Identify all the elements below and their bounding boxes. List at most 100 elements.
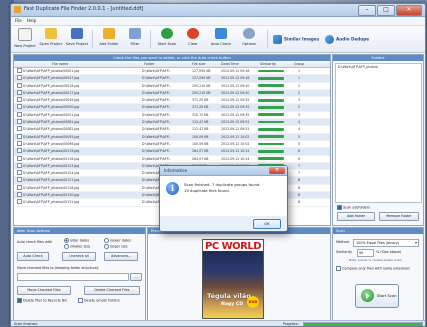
scan-subfolders-option[interactable]: Scan subfolders — [337, 205, 370, 210]
row-checkbox[interactable] — [17, 155, 22, 161]
move-target-input[interactable] — [17, 273, 129, 281]
row-checkbox[interactable] — [17, 170, 22, 176]
table-row[interactable]: D:\Work\AFP\AFP_photos\00082.jpg D:\Work\… — [14, 126, 330, 134]
column-group[interactable]: Group — [294, 61, 304, 67]
column-file-size[interactable]: File size — [192, 61, 205, 67]
clear-button[interactable]: Clear — [180, 28, 206, 50]
start-scan-button[interactable]: Start Scan — [154, 28, 180, 50]
column-date-time[interactable]: Date/Time — [221, 61, 239, 67]
table-row[interactable]: D:\Work\AFP\AFP_photos\00016.jpg D:\Work\… — [14, 82, 330, 90]
uncheck-all-button[interactable]: Uncheck all — [62, 252, 96, 261]
column-folder[interactable]: Folder — [144, 61, 154, 67]
checkbox[interactable] — [337, 205, 342, 210]
status-text: Scan finished. — [14, 322, 38, 326]
auto-check-button[interactable]: Auto Check — [208, 28, 234, 50]
image-icon — [273, 35, 282, 44]
table-row[interactable]: D:\Work\AFP\AFP_photos\00115.jpg D:\Work\… — [14, 148, 330, 156]
move-checked-files-button[interactable]: Move Checked Files — [17, 286, 71, 295]
option-larger-size[interactable]: larger size — [104, 244, 128, 249]
table-row[interactable]: D:\Work\AFP\AFP_photos\00081.jpg D:\Work\… — [14, 119, 330, 127]
table-row[interactable]: D:\Work\AFP\AFP_photos\00051.jpg D:\Work\… — [14, 111, 330, 120]
row-checkbox[interactable] — [17, 82, 22, 88]
folder-item[interactable]: D:\Work\AFP\AFP_photos\ — [336, 64, 421, 70]
menu-help[interactable]: Help — [27, 17, 36, 25]
new-project-icon — [18, 28, 32, 41]
row-checkbox[interactable] — [17, 89, 22, 95]
add-folder-label: Add Folder — [99, 42, 119, 46]
row-checkbox[interactable] — [17, 75, 22, 81]
similarity-bar — [258, 142, 284, 146]
similarity-input[interactable]: 90 — [357, 249, 374, 257]
date-cell: 2012.09.12 10:02 — [221, 141, 250, 146]
group-cell: 8 — [298, 178, 301, 183]
start-scan-big-button[interactable]: Start Scan — [355, 284, 399, 308]
remove-folder-button[interactable]: Remove Folder — [379, 212, 419, 221]
filter-button[interactable]: Filter — [122, 28, 148, 50]
column-file-name[interactable]: File name — [52, 61, 68, 67]
row-checkbox[interactable] — [17, 68, 22, 73]
row-checkbox[interactable] — [17, 148, 22, 154]
table-row[interactable]: D:\Work\AFP\AFP_photos\00047.jpg D:\Work\… — [14, 75, 330, 83]
table-row[interactable]: D:\Work\AFP\AFP_photos\00096.jpg D:\Work\… — [14, 140, 330, 149]
table-row[interactable]: D:\Work\AFP\AFP_photos\00095.jpg D:\Work\… — [14, 133, 330, 141]
method-select[interactable]: 100% Equal Files (binary) — [353, 239, 419, 247]
option-smaller-size[interactable]: smaller size — [64, 244, 90, 249]
scan-header: Scan — [333, 228, 423, 234]
similarity-bar — [258, 120, 284, 124]
row-checkbox[interactable] — [17, 199, 22, 205]
row-checkbox[interactable] — [17, 104, 22, 110]
delete-empty-folders-option[interactable]: Delete empty folders — [78, 298, 120, 303]
title-bar[interactable]: Fast Duplicate File Finder 2.0.0.1 - [un… — [11, 4, 425, 17]
folders-list[interactable]: D:\Work\AFP\AFP_photos\ — [335, 63, 422, 203]
same-extension-option[interactable]: Compare only files with same extension — [336, 266, 410, 271]
auto-check-panel-button[interactable]: Auto Check — [17, 252, 49, 261]
date-cell: 2012.09.12 10:02 — [221, 134, 250, 139]
delete-empty-label: Delete empty folders — [84, 298, 120, 303]
cover-badge: DVD — [247, 296, 259, 308]
browse-button[interactable]: … — [130, 273, 142, 281]
row-checkbox[interactable] — [17, 126, 22, 132]
advanced-button[interactable]: Advanced... — [104, 252, 138, 261]
open-project-button[interactable]: Open Project — [38, 28, 64, 50]
checkbox[interactable] — [336, 266, 341, 271]
similarity-bar — [258, 91, 284, 95]
row-checkbox[interactable] — [17, 184, 22, 190]
dialog-close-button[interactable]: ✕ — [269, 167, 285, 174]
row-checkbox[interactable] — [17, 177, 22, 183]
row-checkbox[interactable] — [17, 111, 22, 117]
table-row[interactable]: D:\Work\AFP\AFP_photos\00049.jpg D:\Work\… — [14, 97, 330, 105]
similar-images-label: Similar Images — [284, 36, 320, 42]
row-checkbox[interactable] — [17, 97, 22, 103]
close-button[interactable]: ✕ — [396, 5, 422, 16]
checkbox[interactable] — [17, 298, 22, 303]
add-folder-panel-button[interactable]: Add Folder — [337, 212, 375, 221]
similarity-bar — [258, 157, 284, 160]
row-checkbox[interactable] — [17, 162, 22, 168]
maximize-button[interactable]: □ — [377, 5, 395, 16]
save-project-button[interactable]: Save Project — [64, 28, 90, 50]
row-checkbox[interactable] — [17, 140, 22, 146]
audio-dedupe-link[interactable]: Audio Dedupe — [325, 35, 369, 44]
table-row[interactable]: D:\Work\AFP\AFP_photos\00017.jpg D:\Work\… — [14, 89, 330, 98]
recycle-bin-option[interactable]: Delete files to Recycle Bin — [17, 298, 67, 303]
add-folder-button[interactable]: Add Folder — [96, 28, 122, 50]
table-row[interactable]: D:\Work\AFP\AFP_photos\00050.jpg D:\Work\… — [14, 104, 330, 112]
folder-cell: D:\Work\AFP\AFP... — [142, 149, 172, 154]
menu-file[interactable]: File — [15, 17, 22, 25]
column-similarity[interactable]: Similarity — [260, 61, 276, 67]
row-checkbox[interactable] — [17, 192, 22, 198]
table-row[interactable]: D:\Work\AFP\AFP_photos\00001.jpg D:\Work\… — [14, 68, 330, 76]
row-checkbox[interactable] — [17, 119, 22, 125]
dialog-ok-button[interactable]: OK — [253, 219, 281, 229]
table-row[interactable]: D:\Work\AFP\AFP_photos\00116.jpg D:\Work\… — [14, 155, 330, 163]
new-project-button[interactable]: New Project — [12, 28, 38, 50]
options-button[interactable]: Options — [236, 28, 262, 50]
option-newer-dates[interactable]: newer dates — [104, 238, 131, 243]
option-older-dates[interactable]: older dates — [64, 238, 89, 243]
row-checkbox[interactable] — [17, 133, 22, 139]
delete-checked-files-button[interactable]: Delete Checked Files — [84, 286, 140, 295]
similar-images-link[interactable]: Similar Images — [273, 35, 319, 44]
checkbox[interactable] — [78, 298, 83, 303]
minimize-button[interactable]: – — [358, 5, 376, 16]
date-cell: 2012.09.12 09:20 — [221, 83, 250, 88]
